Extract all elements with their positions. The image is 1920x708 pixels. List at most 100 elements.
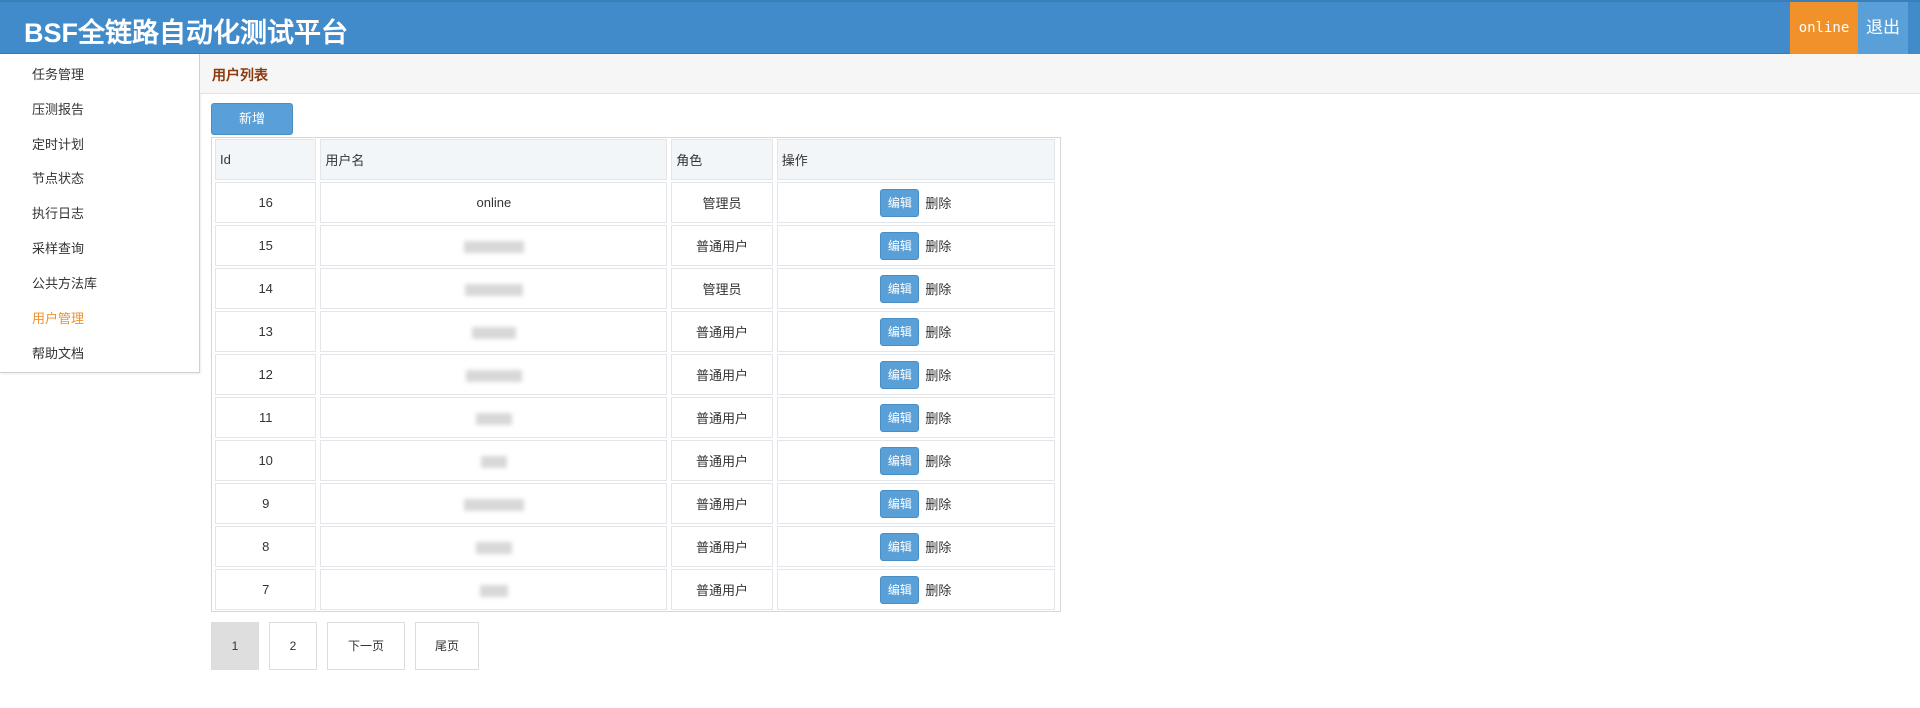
edit-button[interactable]: 编辑	[880, 575, 920, 604]
cell-username	[320, 311, 668, 352]
edit-button[interactable]: 编辑	[880, 274, 920, 303]
cell-username	[320, 268, 668, 309]
cell-role: 普通用户	[671, 483, 773, 524]
cell-role: 普通用户	[671, 225, 773, 266]
table-row: 13 普通用户 编辑 删除	[215, 311, 1055, 352]
table-header-row: Id 用户名 角色 操作	[215, 139, 1055, 180]
cell-role: 管理员	[671, 268, 773, 309]
user-table: Id 用户名 角色 操作 16 online 管理员 编辑 删除 15 普通用户 编辑 删除 14…	[211, 137, 1061, 612]
redacted-username	[471, 326, 516, 339]
sidebar-item-load-test-report[interactable]: 压测报告	[32, 99, 84, 119]
cell-role: 普通用户	[671, 397, 773, 438]
cell-role: 普通用户	[671, 354, 773, 395]
cell-username	[320, 440, 668, 481]
cell-actions: 编辑 删除	[776, 483, 1055, 524]
delete-link[interactable]: 删除	[925, 236, 951, 255]
edit-button[interactable]: 编辑	[880, 188, 920, 217]
cell-actions: 编辑 删除	[776, 225, 1055, 266]
table-row: 14 管理员 编辑 删除	[215, 268, 1055, 309]
sidebar-item-user-management[interactable]: 用户管理	[32, 308, 84, 328]
sidebar-item-node-status[interactable]: 节点状态	[32, 168, 84, 188]
table-row: 11 普通用户 编辑 删除	[215, 397, 1055, 438]
redacted-username	[464, 283, 523, 296]
column-header-id: Id	[215, 139, 317, 180]
delete-link[interactable]: 删除	[925, 193, 951, 212]
cell-id: 16	[215, 182, 317, 223]
edit-button[interactable]: 编辑	[880, 317, 920, 346]
edit-button[interactable]: 编辑	[880, 489, 920, 518]
pagination-last-button[interactable]: 尾页	[415, 622, 479, 670]
sidebar-item-sample-query[interactable]: 采样查询	[32, 238, 84, 258]
cell-id: 11	[215, 397, 317, 438]
cell-username	[320, 526, 668, 567]
cell-id: 13	[215, 311, 317, 352]
redacted-username	[479, 584, 508, 597]
app-title: BSF全链路自动化测试平台	[24, 18, 348, 48]
cell-role: 普通用户	[671, 440, 773, 481]
column-header-username: 用户名	[320, 139, 668, 180]
cell-actions: 编辑 删除	[776, 397, 1055, 438]
redacted-username	[475, 412, 512, 425]
delete-link[interactable]: 删除	[925, 408, 951, 427]
cell-role: 普通用户	[671, 526, 773, 567]
header-edge	[1908, 2, 1920, 54]
current-user-badge[interactable]: online	[1790, 2, 1858, 54]
table-row: 12 普通用户 编辑 删除	[215, 354, 1055, 395]
sidebar-item-scheduled-plan[interactable]: 定时计划	[32, 134, 84, 154]
edit-button[interactable]: 编辑	[880, 231, 920, 260]
cell-id: 9	[215, 483, 317, 524]
cell-id: 12	[215, 354, 317, 395]
cell-actions: 编辑 删除	[776, 440, 1055, 481]
redacted-username	[465, 369, 522, 382]
table-row: 9 普通用户 编辑 删除	[215, 483, 1055, 524]
edit-button[interactable]: 编辑	[880, 532, 920, 561]
delete-link[interactable]: 删除	[925, 537, 951, 556]
edit-button[interactable]: 编辑	[880, 446, 920, 475]
pagination-next-button[interactable]: 下一页	[327, 622, 405, 670]
sidebar-item-task-management[interactable]: 任务管理	[32, 64, 84, 84]
redacted-username	[463, 240, 524, 253]
section-title: 用户列表	[212, 67, 268, 83]
table-row: 8 普通用户 编辑 删除	[215, 526, 1055, 567]
edit-button[interactable]: 编辑	[880, 403, 920, 432]
cell-actions: 编辑 删除	[776, 526, 1055, 567]
add-user-button[interactable]: 新增	[211, 103, 293, 135]
sidebar-item-public-method-library[interactable]: 公共方法库	[32, 273, 97, 293]
delete-link[interactable]: 删除	[925, 494, 951, 513]
cell-username	[320, 397, 668, 438]
content-header: 用户列表	[200, 54, 1920, 94]
pagination-page-1[interactable]: 1	[211, 622, 259, 670]
column-header-actions: 操作	[776, 139, 1055, 180]
cell-username	[320, 225, 668, 266]
cell-actions: 编辑 删除	[776, 182, 1055, 223]
redacted-username	[475, 541, 512, 554]
table-row: 16 online 管理员 编辑 删除	[215, 182, 1055, 223]
cell-role: 普通用户	[671, 311, 773, 352]
cell-id: 14	[215, 268, 317, 309]
cell-id: 15	[215, 225, 317, 266]
delete-link[interactable]: 删除	[925, 451, 951, 470]
cell-actions: 编辑 删除	[776, 569, 1055, 610]
cell-username	[320, 483, 668, 524]
delete-link[interactable]: 删除	[925, 580, 951, 599]
logout-button[interactable]: 退出	[1858, 2, 1908, 54]
cell-actions: 编辑 删除	[776, 311, 1055, 352]
sidebar-item-execution-log[interactable]: 执行日志	[32, 203, 84, 223]
cell-username: online	[320, 182, 668, 223]
cell-actions: 编辑 删除	[776, 354, 1055, 395]
cell-username	[320, 569, 668, 610]
edit-button[interactable]: 编辑	[880, 360, 920, 389]
cell-id: 10	[215, 440, 317, 481]
pagination-page-2[interactable]: 2	[269, 622, 317, 670]
username-text: online	[476, 195, 512, 210]
delete-link[interactable]: 删除	[925, 322, 951, 341]
table-row: 10 普通用户 编辑 删除	[215, 440, 1055, 481]
delete-link[interactable]: 删除	[925, 279, 951, 298]
sidebar: 任务管理 压测报告 定时计划 节点状态 执行日志 采样查询 公共方法库 用户管理…	[0, 54, 200, 373]
table-row: 7 普通用户 编辑 删除	[215, 569, 1055, 610]
delete-link[interactable]: 删除	[925, 365, 951, 384]
table-row: 15 普通用户 编辑 删除	[215, 225, 1055, 266]
top-header: BSF全链路自动化测试平台 online 退出	[0, 0, 1920, 54]
redacted-username	[480, 455, 507, 468]
sidebar-item-help-docs[interactable]: 帮助文档	[32, 343, 84, 363]
